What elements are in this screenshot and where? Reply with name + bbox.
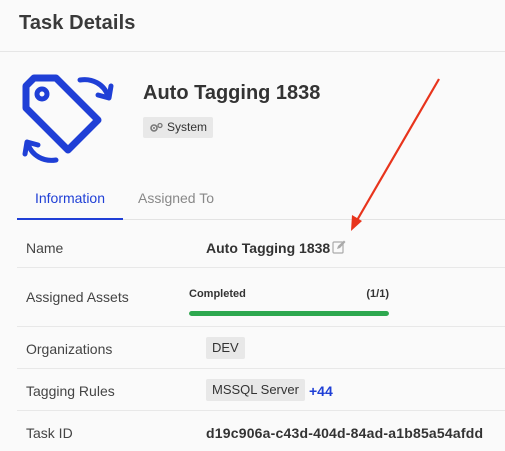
edit-icon[interactable] <box>332 240 346 254</box>
assigned-assets-label: Assigned Assets <box>26 289 129 305</box>
more-tagging-rules-link[interactable]: +44 <box>309 383 333 399</box>
detail-row-tagging-rules: Tagging Rules MSSQL Server +44 <box>17 369 505 411</box>
tagging-rule-chip: MSSQL Server <box>206 379 305 401</box>
task-id-label: Task ID <box>26 425 73 441</box>
detail-row-name: Name Auto Tagging 1838 <box>17 226 505 268</box>
gears-icon <box>150 122 163 132</box>
tab-information[interactable]: Information <box>17 178 123 220</box>
tag-sync-icon <box>22 74 114 163</box>
progress-bar <box>189 311 389 316</box>
organizations-label: Organizations <box>26 341 113 357</box>
task-id-value: d19c906a-c43d-404d-84ad-a1b85a54afdd <box>206 425 484 441</box>
detail-row-organizations: Organizations DEV <box>17 327 505 369</box>
name-value: Auto Tagging 1838 <box>206 240 331 256</box>
tab-assigned-to[interactable]: Assigned To <box>138 178 214 220</box>
page-header: Task Details <box>0 0 505 52</box>
organization-chip: DEV <box>206 337 245 359</box>
progress-status: Completed <box>189 288 246 300</box>
task-title: Auto Tagging 1838 <box>143 82 321 104</box>
badge-label: System <box>167 120 208 134</box>
tagging-rules-label: Tagging Rules <box>26 383 115 399</box>
page-title: Task Details <box>19 12 136 34</box>
progress-header: Completed (1/1) <box>189 288 389 300</box>
detail-row-task-id: Task ID d19c906a-c43d-404d-84ad-a1b85a54… <box>17 411 505 451</box>
system-badge: System <box>143 117 214 138</box>
tab-bar: Information Assigned To <box>17 178 505 220</box>
name-label: Name <box>26 240 64 256</box>
progress-fill <box>189 311 389 316</box>
progress-count: (1/1) <box>366 288 389 300</box>
